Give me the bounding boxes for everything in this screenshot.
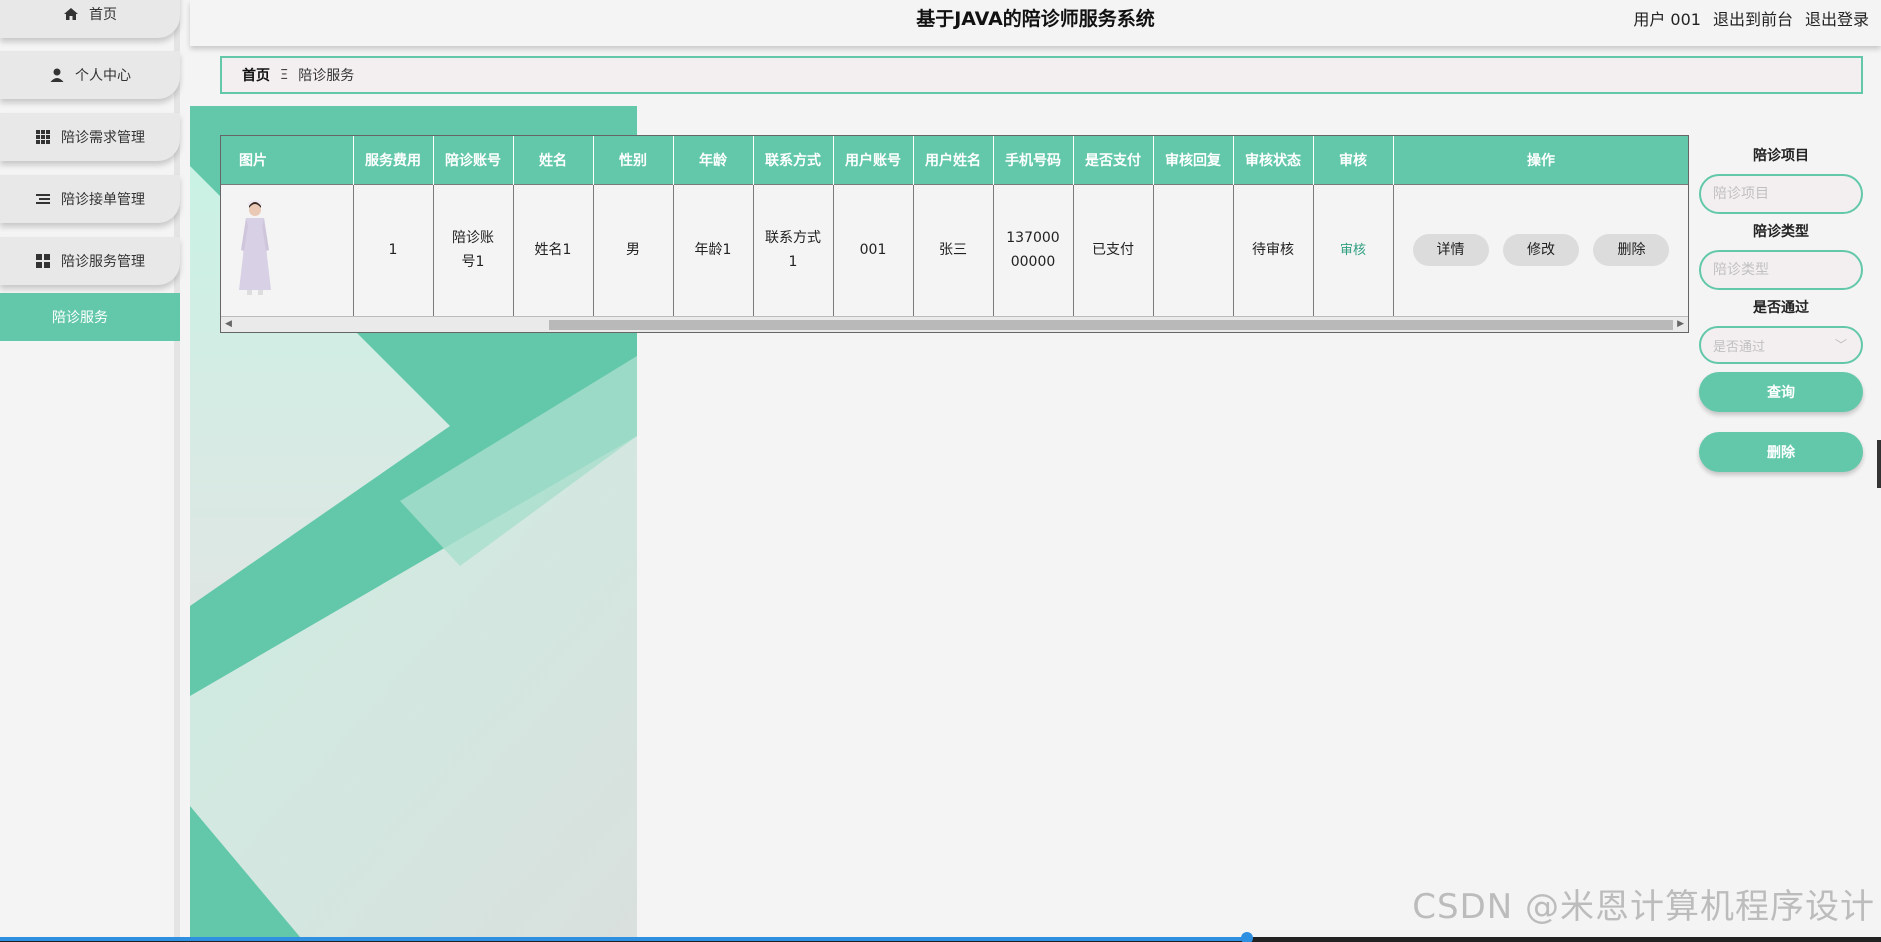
query-button[interactable]: 查询	[1699, 372, 1863, 412]
sidebar-item-personal-center[interactable]: 个人中心	[0, 51, 180, 99]
column-header: 是否支付	[1073, 136, 1154, 184]
column-header: 图片	[221, 136, 354, 184]
column-header: 用户姓名	[913, 136, 994, 184]
sidebar-item-label: 陪诊服务管理	[61, 254, 145, 270]
user-name-cell: 张三	[913, 183, 994, 316]
column-header: 操作	[1393, 136, 1688, 184]
age-cell: 年龄1	[673, 183, 754, 316]
gender-cell: 男	[593, 183, 674, 316]
type-label: 陪诊类型	[1753, 224, 1809, 240]
phone-value: 13700000000	[1006, 230, 1060, 271]
breadcrumb: 首页 Ξ 陪诊服务	[220, 56, 1863, 94]
reply-cell	[1153, 183, 1234, 316]
progress-knob[interactable]	[1241, 932, 1253, 942]
breadcrumb-home[interactable]: 首页	[242, 65, 270, 85]
video-progress-bar[interactable]	[0, 932, 1881, 942]
column-header: 用户账号	[833, 136, 914, 184]
edit-button[interactable]: 修改	[1503, 234, 1579, 267]
pass-label: 是否通过	[1753, 300, 1809, 316]
column-header: 姓名	[513, 136, 594, 184]
nurse-photo	[239, 200, 271, 296]
name-cell: 姓名1	[513, 183, 594, 316]
sidebar-item-service[interactable]: 陪诊服务	[0, 293, 180, 341]
apps-icon	[36, 254, 50, 268]
page-title: 基于JAVA的陪诊师服务系统	[916, 8, 1155, 30]
audit-link[interactable]: 审核	[1340, 243, 1366, 258]
column-header: 审核状态	[1233, 136, 1314, 184]
sidebar: 首页 个人中心 陪诊需求管理 陪诊接单管理 陪诊服务管理 陪诊服务	[0, 0, 180, 937]
column-header: 年龄	[673, 136, 754, 184]
phone-cell: 13700000000	[993, 183, 1074, 316]
sidebar-item-order-management[interactable]: 陪诊接单管理	[0, 175, 180, 223]
watermark: CSDN @米恩计算机程序设计	[1412, 887, 1875, 927]
account-cell: 陪诊账号1	[433, 183, 514, 316]
breadcrumb-separator-icon: Ξ	[280, 67, 289, 83]
actions-cell: 详情 修改 删除	[1393, 183, 1688, 316]
column-header: 陪诊账号	[433, 136, 514, 184]
grid-icon	[36, 130, 50, 144]
user-icon	[50, 68, 64, 82]
column-header: 审核	[1313, 136, 1394, 184]
chevron-down-icon: ﹀	[1834, 338, 1847, 352]
project-label: 陪诊项目	[1753, 148, 1809, 164]
progress-fill	[0, 937, 1248, 941]
data-table: 图片 服务费用 陪诊账号 姓名 性别 年龄 联系方式 用户账号 用户姓名 手机号…	[221, 136, 1688, 316]
project-input[interactable]	[1699, 174, 1863, 214]
user-area: 用户 001 退出到前台 退出登录	[1633, 6, 1869, 30]
user-account-cell: 001	[833, 183, 914, 316]
list-icon	[36, 194, 50, 204]
search-panel: 陪诊项目 陪诊类型 是否通过 是否通过 ﹀ 查询 删除	[1699, 146, 1863, 472]
sidebar-item-label: 陪诊接单管理	[61, 192, 145, 208]
photo-cell	[221, 183, 354, 316]
paid-cell: 已支付	[1073, 183, 1154, 316]
details-button[interactable]: 详情	[1412, 234, 1489, 267]
table-row: 1 陪诊账号1 姓名1 男 年龄1 联系方式1 001 张三 137000000…	[221, 183, 1688, 316]
column-header: 服务费用	[353, 136, 434, 184]
type-input[interactable]	[1699, 250, 1863, 290]
status-cell: 待审核	[1233, 183, 1314, 316]
sidebar-item-label: 陪诊需求管理	[61, 130, 145, 146]
logout-link[interactable]: 退出登录	[1805, 6, 1869, 30]
scroll-right-icon[interactable]: ▶	[1677, 319, 1684, 329]
table-header-row: 图片 服务费用 陪诊账号 姓名 性别 年龄 联系方式 用户账号 用户姓名 手机号…	[221, 136, 1688, 184]
sidebar-item-service-management[interactable]: 陪诊服务管理	[0, 237, 180, 285]
scrollbar-thumb[interactable]	[549, 320, 1673, 330]
scroll-left-icon[interactable]: ◀	[225, 319, 232, 329]
audit-cell: 审核	[1313, 183, 1394, 316]
exit-to-front-link[interactable]: 退出到前台	[1713, 6, 1793, 30]
pass-select[interactable]: 是否通过 ﹀	[1699, 326, 1863, 364]
home-icon	[64, 8, 78, 20]
service-table: 图片 服务费用 陪诊账号 姓名 性别 年龄 联系方式 用户账号 用户姓名 手机号…	[220, 135, 1689, 333]
column-header: 联系方式	[753, 136, 834, 184]
account-value: 陪诊账号1	[452, 230, 494, 271]
pass-select-value: 是否通过	[1713, 339, 1766, 355]
column-header: 手机号码	[993, 136, 1074, 184]
sidebar-item-home[interactable]: 首页	[0, 0, 180, 38]
batch-delete-button[interactable]: 删除	[1699, 432, 1863, 472]
contact-cell: 联系方式1	[753, 183, 834, 316]
fee-cell: 1	[353, 183, 434, 316]
top-header: 基于JAVA的陪诊师服务系统 用户 001 退出到前台 退出登录	[190, 0, 1881, 46]
contact-value: 联系方式1	[765, 230, 821, 271]
sidebar-item-demand-management[interactable]: 陪诊需求管理	[0, 113, 180, 161]
delete-row-button[interactable]: 删除	[1593, 234, 1670, 267]
edge-marker	[1877, 440, 1881, 488]
column-header: 性别	[593, 136, 674, 184]
horizontal-scrollbar[interactable]: ◀ ▶	[221, 316, 1688, 332]
sidebar-item-label: 陪诊服务	[52, 310, 108, 326]
sidebar-item-label: 首页	[89, 7, 117, 23]
sidebar-item-label: 个人中心	[75, 68, 131, 84]
column-header: 审核回复	[1153, 136, 1234, 184]
user-label: 用户 001	[1633, 10, 1701, 29]
breadcrumb-current: 陪诊服务	[298, 68, 355, 84]
